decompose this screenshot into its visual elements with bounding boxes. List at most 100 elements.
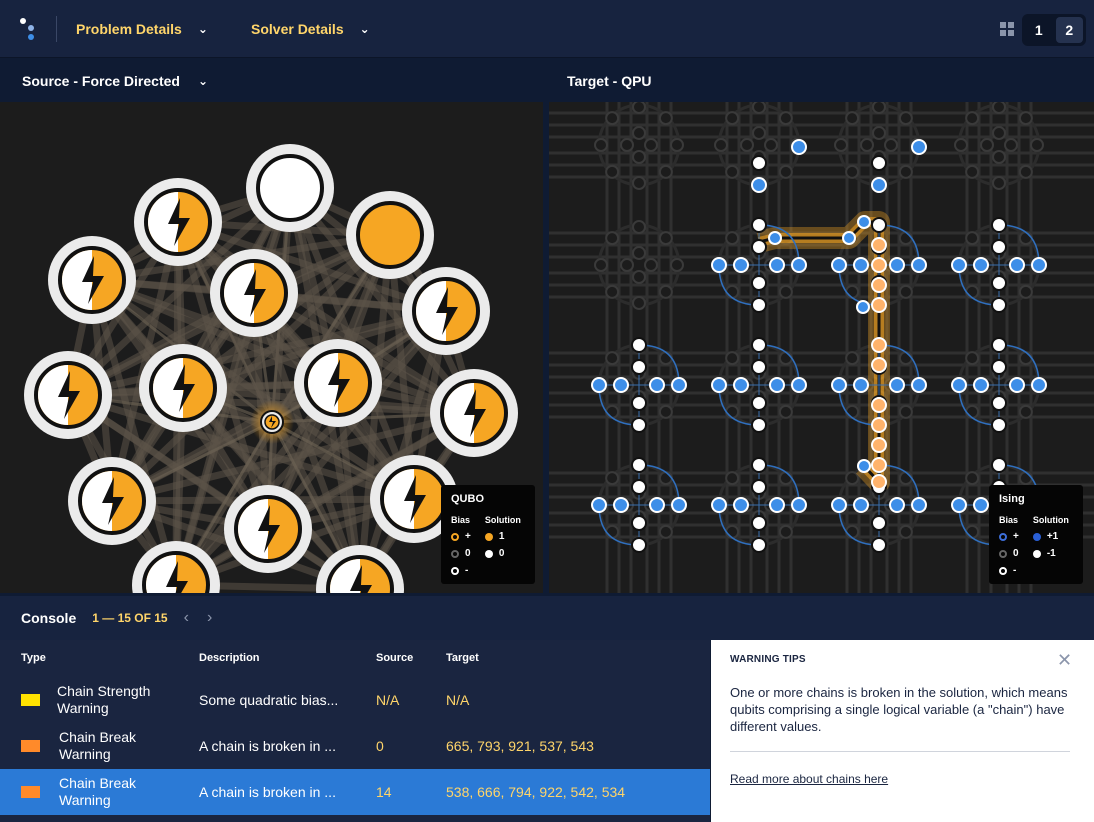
qubit-node[interactable] xyxy=(671,377,687,393)
qubit-node[interactable] xyxy=(733,497,749,513)
source-node[interactable] xyxy=(294,339,382,427)
qubit-node[interactable] xyxy=(769,377,785,393)
qubit-node[interactable] xyxy=(889,377,905,393)
qubit-node[interactable] xyxy=(791,497,807,513)
source-pane-header[interactable]: Source - Force Directed ⌄ xyxy=(0,59,543,102)
qubit-node[interactable] xyxy=(991,395,1007,411)
qubit-node[interactable] xyxy=(751,217,767,233)
tab-1[interactable]: 1 xyxy=(1025,17,1053,43)
chain-qubit-node[interactable] xyxy=(871,397,887,413)
qubit-node[interactable] xyxy=(751,457,767,473)
chevron-left-icon[interactable]: ‹ xyxy=(184,609,189,627)
qubit-node[interactable] xyxy=(751,239,767,255)
solver-details-menu[interactable]: Solver Details ⌄ xyxy=(251,21,370,37)
qubit-node[interactable] xyxy=(631,337,647,353)
qubit-node[interactable] xyxy=(853,497,869,513)
source-graph[interactable]: QUBO Bias + 0 - Solution 1 0 xyxy=(0,102,543,593)
qubit-node[interactable] xyxy=(711,257,727,273)
qubit-node[interactable] xyxy=(591,497,607,513)
close-icon[interactable]: ✕ xyxy=(1057,650,1072,671)
qubit-node[interactable] xyxy=(991,217,1007,233)
source-node[interactable] xyxy=(68,457,156,545)
qubit-node[interactable] xyxy=(751,359,767,375)
column-header-target[interactable]: Target xyxy=(446,652,479,664)
chains-help-link[interactable]: Read more about chains here xyxy=(730,772,888,786)
source-node[interactable] xyxy=(48,236,136,324)
qubit-node[interactable] xyxy=(751,537,767,553)
table-row-selected[interactable]: Chain Break Warning A chain is broken in… xyxy=(0,769,710,815)
qubit-node[interactable] xyxy=(733,257,749,273)
source-node[interactable] xyxy=(139,344,227,432)
qubit-node[interactable] xyxy=(769,257,785,273)
qubit-node[interactable] xyxy=(751,479,767,495)
chain-qubit-node[interactable] xyxy=(768,231,782,245)
qubit-node[interactable] xyxy=(751,297,767,313)
qubit-node[interactable] xyxy=(751,395,767,411)
qubit-node[interactable] xyxy=(671,497,687,513)
chain-qubit-node[interactable] xyxy=(871,257,887,273)
qubit-node[interactable] xyxy=(871,537,887,553)
qubit-node[interactable] xyxy=(769,497,785,513)
qubit-node[interactable] xyxy=(853,377,869,393)
qubit-node[interactable] xyxy=(1031,377,1047,393)
qubit-node[interactable] xyxy=(613,377,629,393)
column-header-description[interactable]: Description xyxy=(199,652,260,664)
source-node[interactable] xyxy=(210,249,298,337)
chain-qubit-node[interactable] xyxy=(871,297,887,313)
chain-qubit-node[interactable] xyxy=(857,215,871,229)
qubit-node[interactable] xyxy=(751,417,767,433)
layout-grid-icon[interactable] xyxy=(1000,22,1014,36)
logo-icon[interactable] xyxy=(18,16,42,42)
qubit-node[interactable] xyxy=(991,359,1007,375)
chain-qubit-node[interactable] xyxy=(871,277,887,293)
qubit-node[interactable] xyxy=(1031,257,1047,273)
source-node[interactable] xyxy=(260,410,284,434)
table-row[interactable]: Chain Break Warning A chain is broken in… xyxy=(0,723,710,769)
source-node[interactable] xyxy=(24,351,112,439)
chevron-right-icon[interactable]: › xyxy=(207,609,212,627)
chain-qubit-node[interactable] xyxy=(842,231,856,245)
qubit-node[interactable] xyxy=(751,177,767,193)
qubit-node[interactable] xyxy=(991,417,1007,433)
qubit-node[interactable] xyxy=(631,395,647,411)
qubit-node[interactable] xyxy=(871,515,887,531)
qubit-node[interactable] xyxy=(973,377,989,393)
column-header-source[interactable]: Source xyxy=(376,652,413,664)
qubit-node[interactable] xyxy=(871,155,887,171)
source-node[interactable] xyxy=(134,178,222,266)
qubit-node[interactable] xyxy=(631,457,647,473)
qubit-node[interactable] xyxy=(831,497,847,513)
chain-qubit-node[interactable] xyxy=(871,417,887,433)
qubit-node[interactable] xyxy=(889,257,905,273)
chain-qubit-node[interactable] xyxy=(871,437,887,453)
qubit-node[interactable] xyxy=(631,479,647,495)
chain-qubit-node[interactable] xyxy=(871,474,887,490)
qubit-node[interactable] xyxy=(649,377,665,393)
chain-qubit-node[interactable] xyxy=(856,300,870,314)
qubit-node[interactable] xyxy=(751,275,767,291)
qubit-node[interactable] xyxy=(889,497,905,513)
qubit-node[interactable] xyxy=(1009,377,1025,393)
table-row[interactable]: Chain Strength Warning Some quadratic bi… xyxy=(0,677,710,723)
qubit-node[interactable] xyxy=(991,457,1007,473)
qubit-node[interactable] xyxy=(973,497,989,513)
qubit-node[interactable] xyxy=(711,497,727,513)
qubit-node[interactable] xyxy=(711,377,727,393)
chain-qubit-node[interactable] xyxy=(871,337,887,353)
tab-2[interactable]: 2 xyxy=(1055,17,1083,43)
chain-qubit-node[interactable] xyxy=(871,357,887,373)
source-node[interactable] xyxy=(224,485,312,573)
chain-qubit-node[interactable] xyxy=(871,457,887,473)
qubit-node[interactable] xyxy=(631,359,647,375)
source-node[interactable] xyxy=(402,267,490,355)
qubit-node[interactable] xyxy=(911,139,927,155)
qubit-node[interactable] xyxy=(951,497,967,513)
problem-details-menu[interactable]: Problem Details ⌄ xyxy=(76,21,208,37)
qubit-node[interactable] xyxy=(631,515,647,531)
qubit-node[interactable] xyxy=(831,257,847,273)
qubit-node[interactable] xyxy=(991,337,1007,353)
qubit-node[interactable] xyxy=(791,377,807,393)
qubit-node[interactable] xyxy=(791,139,807,155)
qubit-node[interactable] xyxy=(911,377,927,393)
column-header-type[interactable]: Type xyxy=(21,652,46,664)
